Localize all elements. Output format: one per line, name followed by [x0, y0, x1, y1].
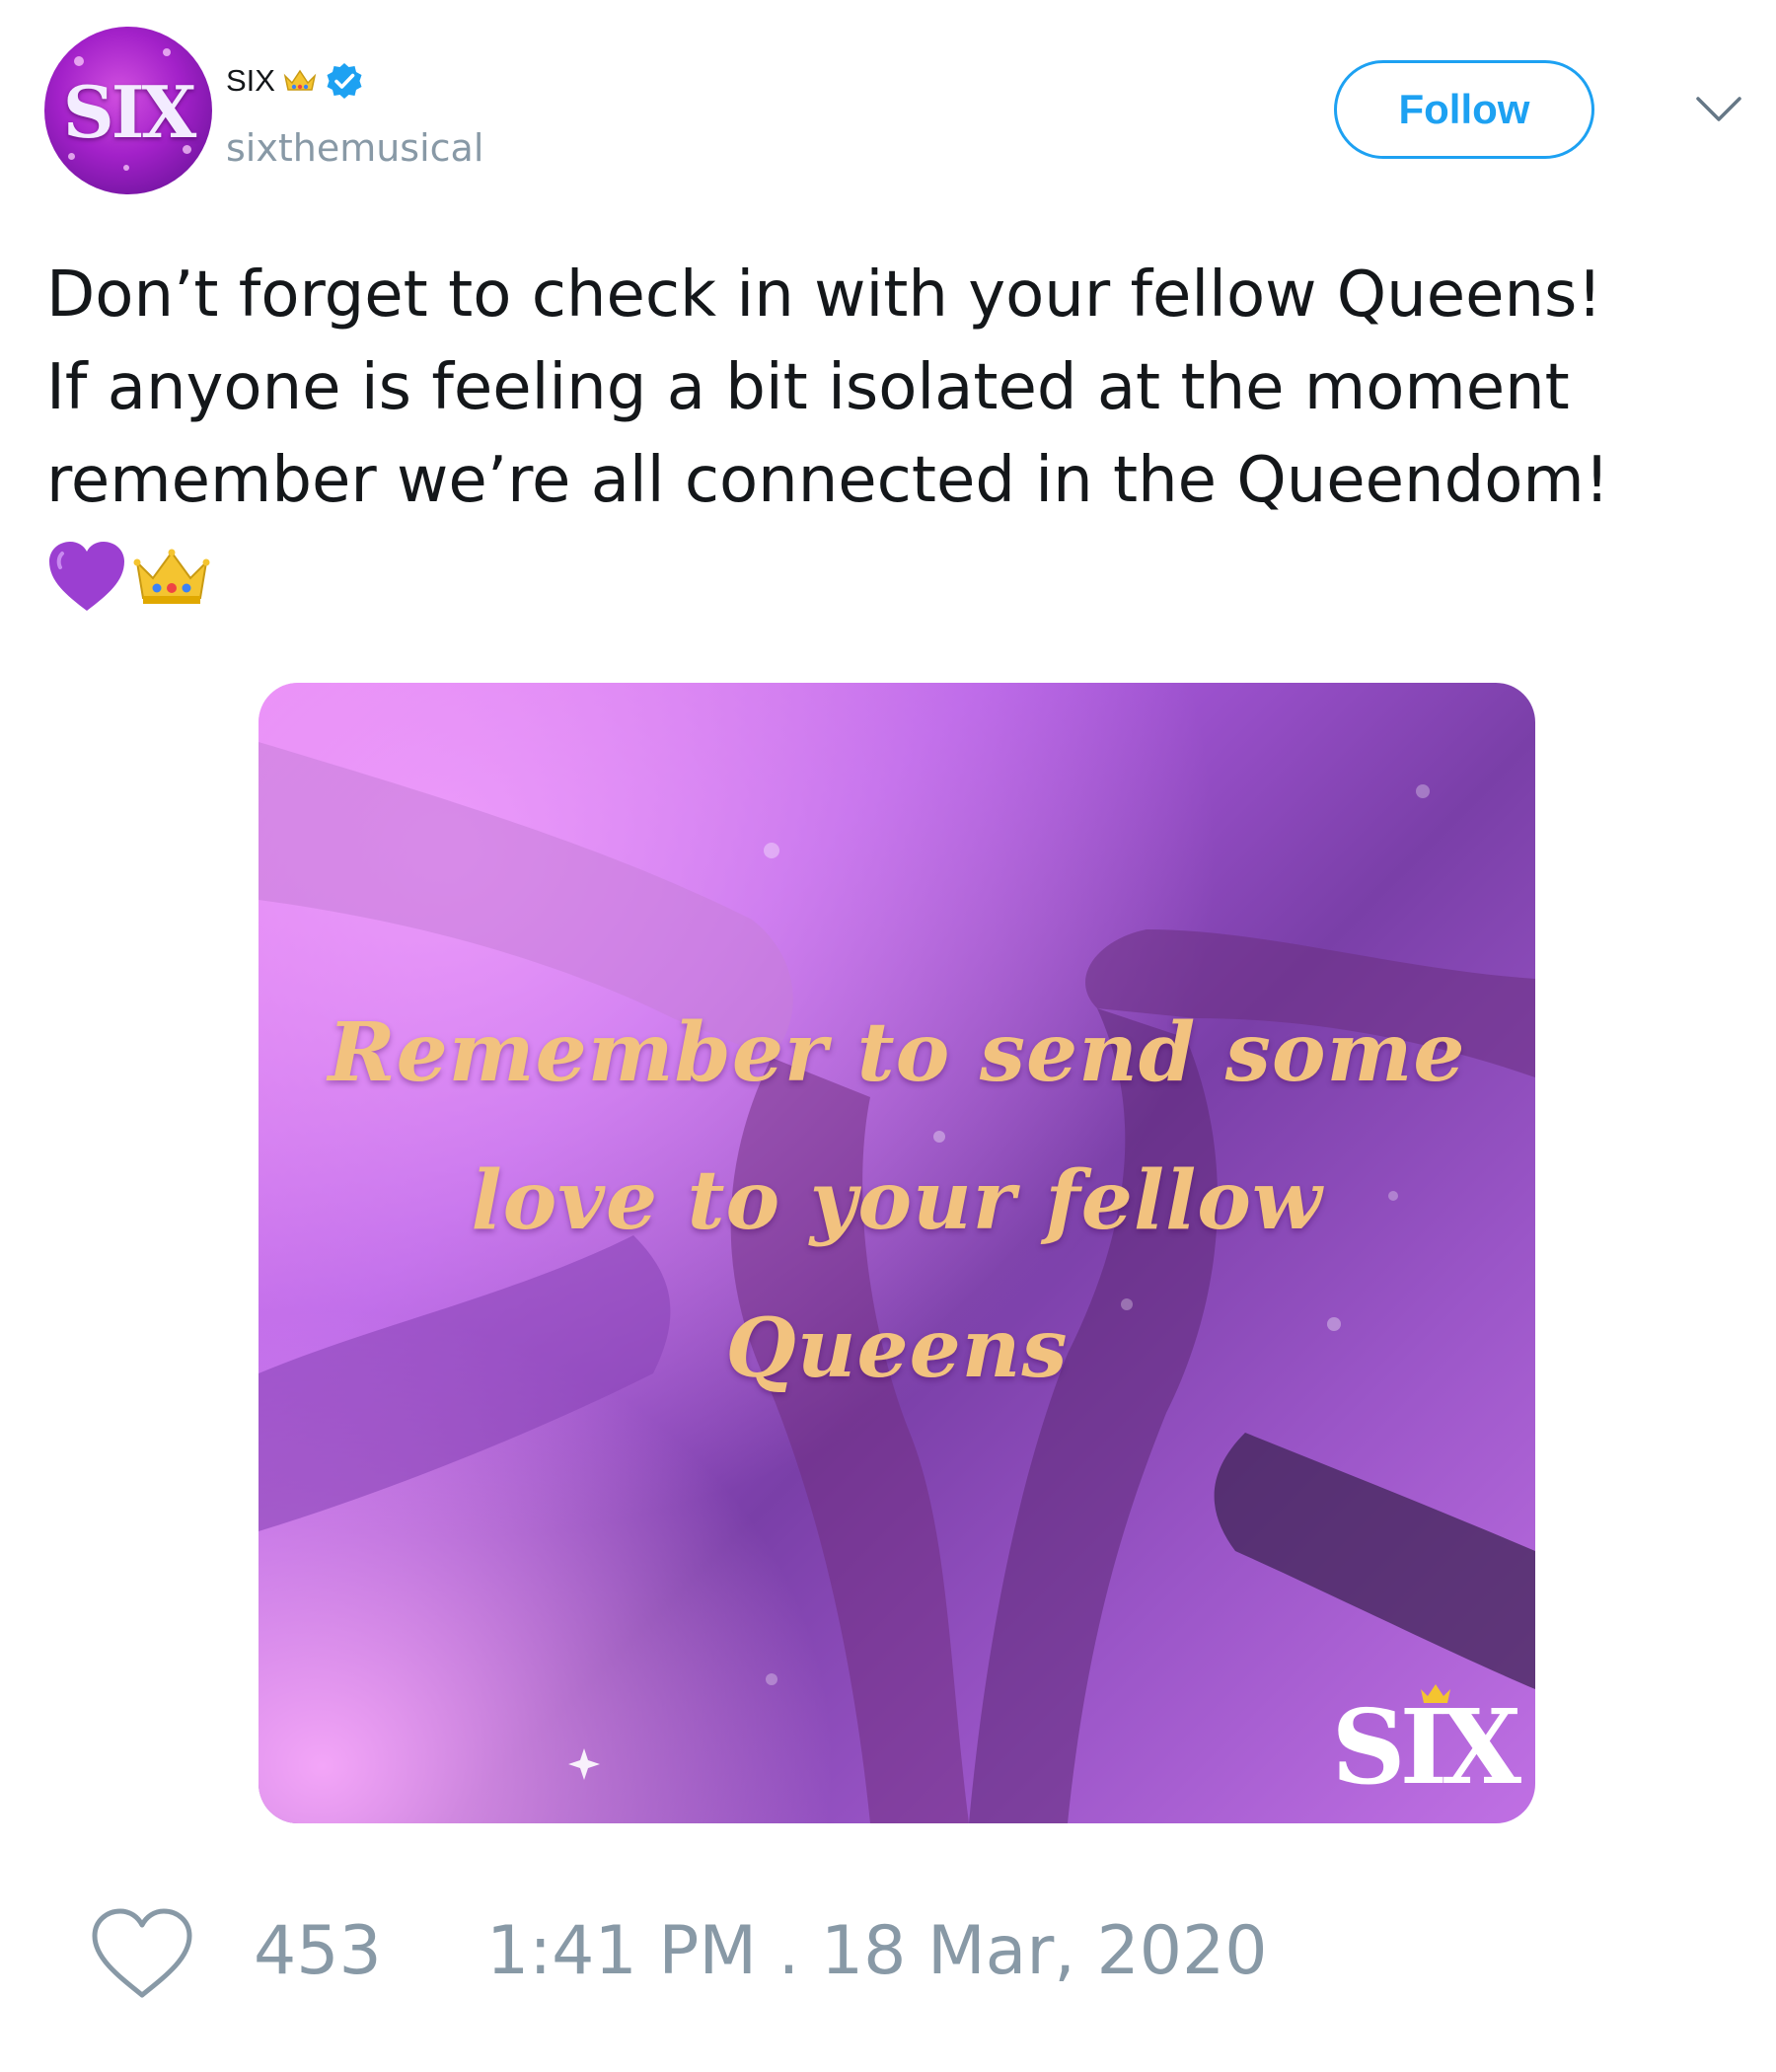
- avatar-logo: SIX: [62, 70, 197, 154]
- avatar[interactable]: SIX: [44, 27, 212, 194]
- display-name-row[interactable]: SIX: [226, 61, 364, 101]
- handle[interactable]: sixthemusical: [226, 126, 483, 170]
- image-caption-line: love to your fellow: [471, 1153, 1323, 1248]
- image-caption-line: Remember to send some: [328, 1005, 1466, 1100]
- crown-emoji-icon: [283, 69, 317, 91]
- tweet-image[interactable]: Remember to send some love to your fello…: [259, 683, 1535, 1823]
- display-name[interactable]: SIX: [226, 63, 275, 99]
- crown-emoji-icon: [133, 549, 210, 604]
- purple-heart-emoji-icon: [49, 542, 124, 611]
- emoji-row: [46, 538, 210, 617]
- chevron-down-icon[interactable]: [1695, 95, 1742, 124]
- like-count[interactable]: 453: [254, 1912, 382, 1990]
- image-logo: SIX: [1331, 1686, 1521, 1808]
- verified-badge-icon: [327, 63, 362, 99]
- timestamp[interactable]: 1:41 PM . 18 Mar, 2020: [486, 1912, 1268, 1990]
- heart-outline-icon[interactable]: [90, 1906, 194, 2001]
- image-caption-line: Queens: [725, 1301, 1069, 1396]
- follow-button[interactable]: Follow: [1334, 60, 1594, 159]
- tweet-text: Don’t forget to check in with your fello…: [46, 259, 1610, 517]
- image-caption: Remember to send some love to your fello…: [298, 979, 1496, 1423]
